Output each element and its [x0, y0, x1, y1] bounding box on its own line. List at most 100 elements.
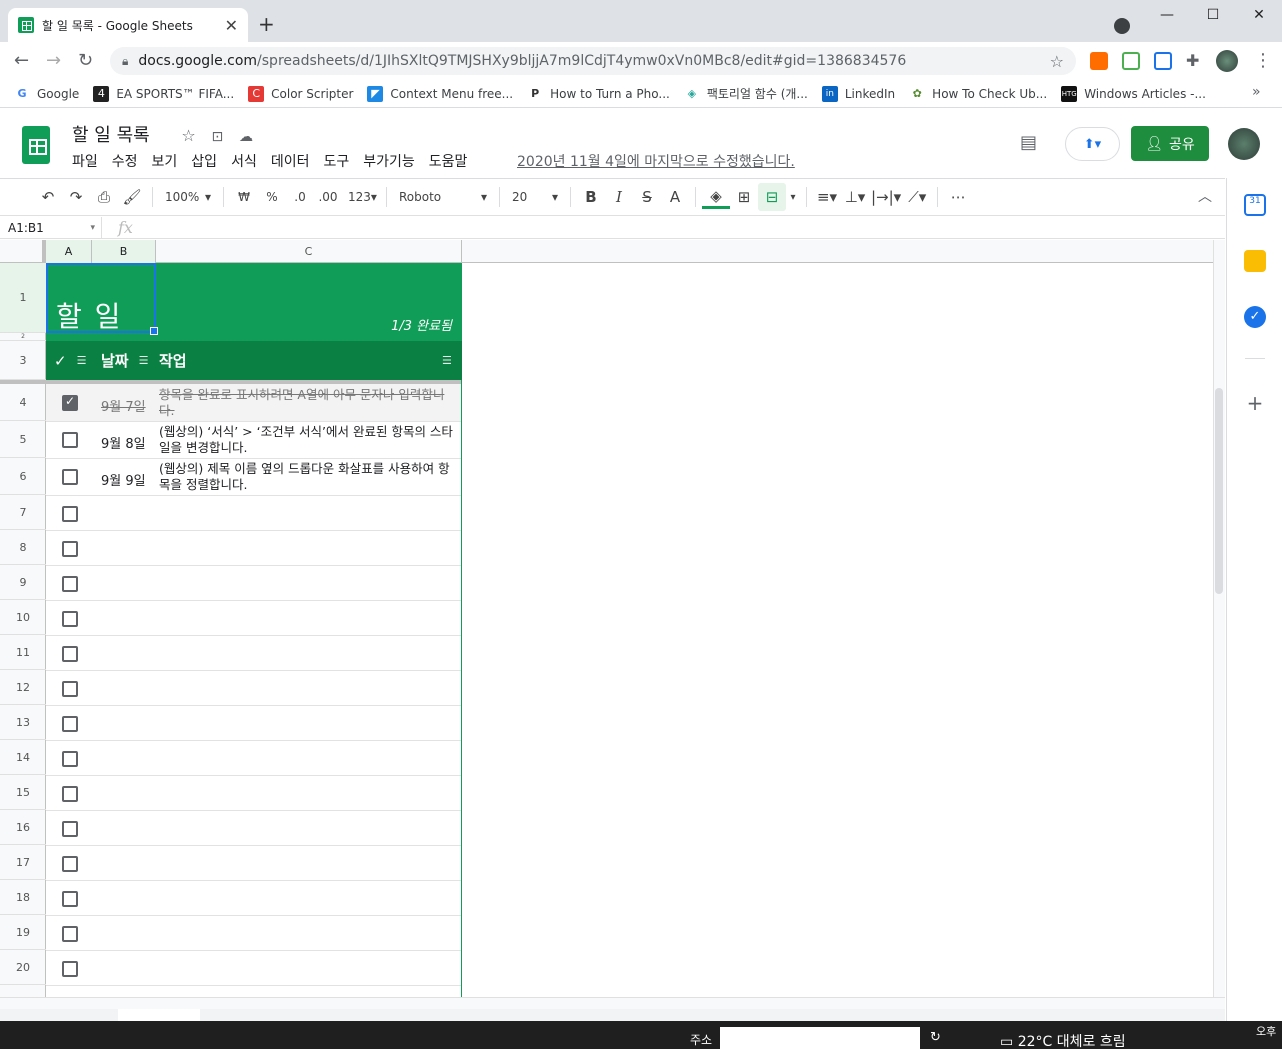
menu-insert[interactable]: 삽입 [191, 151, 217, 171]
extension-icon[interactable] [1122, 52, 1140, 70]
decrease-decimal-button[interactable]: .0 [286, 183, 314, 211]
browser-tab[interactable]: 할 일 목록 - Google Sheets ✕ [8, 8, 248, 42]
bookmarks-overflow-icon[interactable]: » [1252, 84, 1261, 100]
bold-icon[interactable]: B [577, 183, 605, 211]
task-checkbox[interactable] [62, 716, 78, 732]
italic-icon[interactable]: I [605, 183, 633, 211]
menu-tools[interactable]: 도구 [323, 151, 349, 171]
row-header[interactable]: 6 [0, 458, 46, 495]
vertical-scroll-thumb[interactable] [1215, 388, 1223, 594]
row-header[interactable]: 16 [0, 810, 46, 845]
bookmark-item[interactable]: HTG Windows Articles -... [1061, 85, 1206, 102]
task-checkbox[interactable] [62, 681, 78, 697]
task-checkbox[interactable] [62, 576, 78, 592]
calendar-icon[interactable]: 31 [1244, 194, 1266, 216]
strikethrough-icon[interactable]: S [633, 183, 661, 211]
menu-format[interactable]: 서식 [231, 151, 257, 171]
filter-icon[interactable]: ☰ [77, 354, 87, 367]
task-checkbox[interactable] [62, 611, 78, 627]
bookmark-item[interactable]: 4 EA SPORTS™ FIFA... [93, 85, 234, 102]
close-window-button[interactable]: ✕ [1236, 0, 1282, 30]
row-header[interactable]: 13 [0, 705, 46, 740]
percent-format-button[interactable]: % [258, 183, 286, 211]
task-checkbox[interactable] [62, 821, 78, 837]
new-tab-button[interactable]: + [258, 12, 275, 36]
task-checkbox[interactable] [62, 394, 78, 411]
minimize-button[interactable]: — [1144, 0, 1190, 30]
font-family-select[interactable]: Roboto ▾ [393, 183, 493, 211]
task-checkbox[interactable] [62, 961, 78, 977]
task-checkbox[interactable] [62, 506, 78, 522]
column-header-c[interactable]: C [156, 240, 462, 263]
taskbar-weather[interactable]: ▭ 22°C 대체로 흐림 [1000, 1031, 1126, 1051]
task-checkbox[interactable] [62, 469, 78, 485]
profile-menu-icon[interactable] [1114, 18, 1130, 34]
formula-input[interactable] [133, 217, 1225, 239]
task-checkbox[interactable] [62, 541, 78, 557]
row-header[interactable]: 8 [0, 530, 46, 565]
row-header[interactable]: 7 [0, 495, 46, 530]
menu-file[interactable]: 파일 [72, 151, 98, 171]
spreadsheet-grid[interactable]: A B C 1 2 3 4 5 6 7 8 9 10 11 12 13 14 1… [0, 240, 1213, 997]
horizontal-align-icon[interactable]: ≡▾ [813, 183, 841, 211]
taskbar-address-input[interactable] [720, 1027, 920, 1049]
bookmark-item[interactable]: C Color Scripter [248, 85, 353, 102]
row-header[interactable]: 17 [0, 845, 46, 880]
merge-dropdown-icon[interactable]: ▾ [786, 183, 800, 211]
task-checkbox[interactable] [62, 646, 78, 662]
menu-data[interactable]: 데이터 [271, 151, 310, 171]
add-addon-icon[interactable]: + [1244, 392, 1266, 414]
filter-icon[interactable]: ☰ [139, 354, 149, 367]
more-options-icon[interactable]: ⋯ [944, 183, 972, 211]
text-wrap-icon[interactable]: |→|▾ [869, 183, 903, 211]
move-folder-icon[interactable]: ⊡ [212, 129, 224, 145]
vertical-scrollbar[interactable] [1213, 240, 1225, 997]
taskbar-clock[interactable]: 오후 [1256, 1023, 1276, 1039]
extension-icon[interactable] [1154, 52, 1172, 70]
select-all-corner[interactable] [0, 240, 46, 263]
extension-icon[interactable] [1090, 52, 1108, 70]
row-header[interactable]: 2 [0, 333, 46, 341]
bookmark-item[interactable]: ✿ How To Check Ub... [909, 85, 1047, 102]
text-color-icon[interactable]: A [661, 183, 689, 211]
taskbar-refresh-icon[interactable]: ↻ [930, 1030, 941, 1045]
vertical-align-icon[interactable]: ⊥▾ [841, 183, 869, 211]
bookmark-item[interactable]: ◈ 팩토리얼 함수 (개... [683, 85, 808, 102]
borders-icon[interactable]: ⊞ [730, 183, 758, 211]
sheet-tab[interactable] [118, 1009, 200, 1021]
row-header[interactable]: 1 [0, 263, 46, 333]
bookmark-item[interactable]: P How to Turn a Pho... [527, 85, 670, 102]
reload-icon[interactable]: ↻ [78, 50, 93, 71]
document-title[interactable]: 할 일 목록 ☆ ⊡ ☁ [72, 121, 253, 147]
zoom-select[interactable]: 100% ▾ [159, 183, 217, 211]
text-rotation-icon[interactable]: ⟋▾ [903, 183, 931, 211]
menu-view[interactable]: 보기 [152, 151, 178, 171]
sheets-logo-icon[interactable] [22, 126, 50, 164]
row-header[interactable]: 4 [0, 384, 46, 421]
row-header[interactable]: 15 [0, 775, 46, 810]
maximize-button[interactable]: ☐ [1190, 0, 1236, 30]
font-size-select[interactable]: 20 ▾ [506, 183, 564, 211]
merge-cells-icon[interactable]: ⊟ [758, 183, 786, 211]
share-button[interactable]: 👤︎ 공유 [1131, 126, 1209, 161]
task-checkbox[interactable] [62, 926, 78, 942]
redo-icon[interactable]: ↷ [62, 183, 90, 211]
row-header[interactable]: 14 [0, 740, 46, 775]
column-header-b[interactable]: B [92, 240, 156, 263]
horizontal-scrollbar[interactable] [0, 997, 1225, 1009]
task-checkbox[interactable] [62, 432, 78, 448]
filter-icon[interactable]: ☰ [442, 341, 452, 380]
row-header[interactable]: 9 [0, 565, 46, 600]
bookmark-item[interactable]: ◤ Context Menu free... [367, 85, 513, 102]
menu-addons[interactable]: 부가기능 [363, 151, 415, 171]
bookmark-item[interactable]: in LinkedIn [821, 85, 895, 102]
last-edit-link[interactable]: 2020년 11월 4일에 마지막으로 수정했습니다. [517, 151, 795, 171]
chrome-menu-icon[interactable]: ⋮ [1254, 50, 1272, 71]
row-header[interactable]: 5 [0, 421, 46, 458]
keep-icon[interactable] [1244, 250, 1266, 272]
bookmark-item[interactable]: G Google [14, 85, 79, 102]
star-icon[interactable]: ☆ [181, 126, 195, 145]
row-header[interactable]: 11 [0, 635, 46, 670]
tab-close-icon[interactable]: ✕ [225, 16, 238, 35]
row-header[interactable]: 3 [0, 341, 46, 380]
